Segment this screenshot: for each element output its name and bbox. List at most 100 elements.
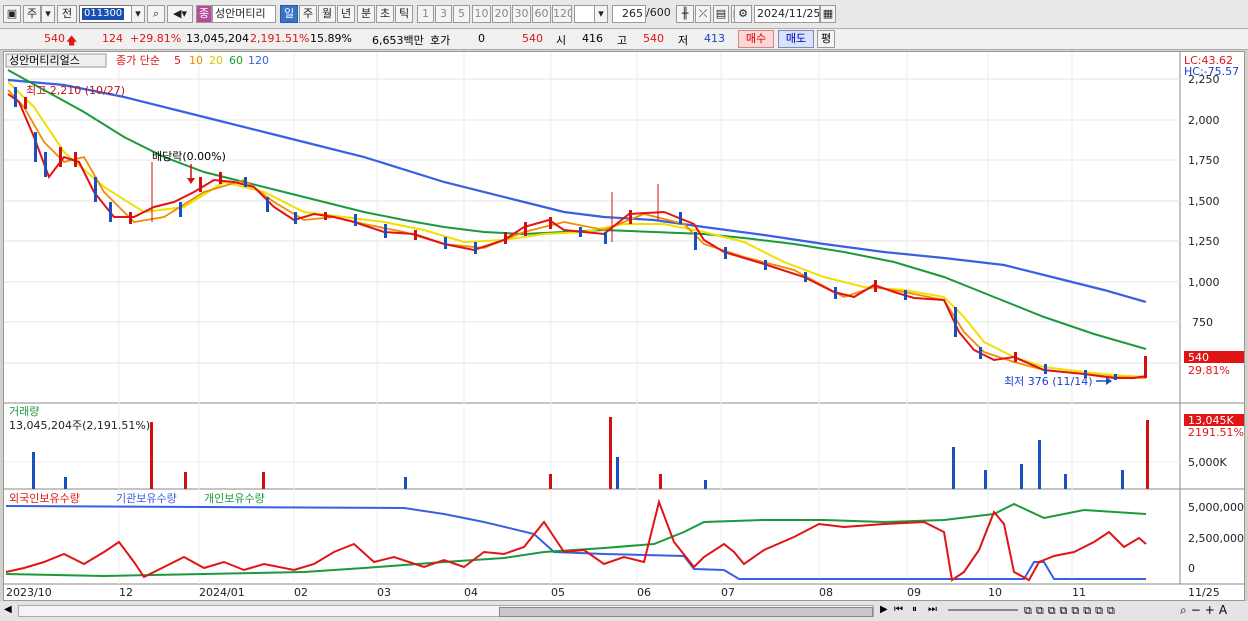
prev-button[interactable]: 전 [57,5,77,23]
chart-area[interactable]: 성안머티리얼스 종가 단순 5 10 20 60 120 최고 2,210 (1… [3,51,1245,601]
period-month[interactable]: 월 [318,5,336,23]
ma5-legend: 5 [174,54,181,67]
scroll-track[interactable] [18,605,874,617]
period-tick[interactable]: 틱 [395,5,413,23]
bottom-bar: ◀ ▶ ⏮ ⏸ ⏭ ⧉⧉⧉⧉⧉⧉⧉⧉ ⌕−+A [0,601,1248,621]
pause-icon[interactable]: ⏸ [912,604,917,615]
ma60-legend: 60 [229,54,243,67]
stock-name-field[interactable]: 성안머티리 [212,5,276,23]
period-second[interactable]: 초 [376,5,394,23]
x-label-7: 06 [637,586,651,599]
period-day[interactable]: 일 [280,5,298,23]
individual-holding-line [5,502,1147,578]
y-tick-1000: 1,000 [1188,276,1220,289]
scroll-left-icon[interactable]: ◀ [4,604,16,618]
chart-tools-icons[interactable]: ⧉⧉⧉⧉⧉⧉⧉⧉ [1024,604,1119,618]
ma10-line [7,89,1147,379]
zoom-controls-icons[interactable]: ⌕−+A [1180,603,1231,618]
calendar-icon[interactable]: ▦ [820,5,836,23]
play-icon[interactable]: ▶ [880,604,888,615]
holding-legend-institution: 기관보유수량 [116,492,177,505]
current-price: 540 [44,32,65,45]
market-dropdown-icon[interactable]: ▾ [41,5,55,23]
quote-bar: 540 🡅 124 +29.81% 13,045,204 2,191.51% 1… [0,29,1248,50]
x-label-6: 05 [551,586,565,599]
y-tick-1500: 1,500 [1188,195,1220,208]
count-total: /600 [646,6,670,19]
price-change: 124 [102,32,123,45]
hoga-price: 540 [522,32,543,45]
num-120[interactable]: 120 [552,5,572,23]
y-tick-1750: 1,750 [1188,154,1220,167]
rewind-icon[interactable]: ⏮ [894,604,903,615]
candle-type-icon[interactable]: ╫ [676,5,694,23]
ma-label: 종가 단순 [116,54,160,67]
num-1[interactable]: 1 [417,5,434,23]
chart-svg: 성안머티리얼스 종가 단순 5 10 20 60 120 최고 2,210 (1… [4,52,1244,599]
ma60-line [7,69,1147,350]
num-20[interactable]: 20 [492,5,511,23]
save-icon[interactable]: ▤ [713,5,729,23]
x-label-5: 04 [464,586,478,599]
crosshair-icon[interactable]: ⤫ [695,5,711,23]
last-price-tag: 540 [1188,351,1209,364]
y-tick-750: 750 [1192,316,1213,329]
num-10[interactable]: 10 [472,5,491,23]
high-label: 고 [617,34,628,47]
forward-icon[interactable]: ⏭ [928,604,937,615]
ma5-line [7,93,1147,379]
holding-y-tick-2-5m: 2,500,000 [1188,532,1244,545]
date-input[interactable]: 2024/11/25 [754,5,820,23]
num-60[interactable]: 60 [532,5,551,23]
x-label-8: 07 [721,586,735,599]
hoga-label: 호가 [430,34,451,47]
trade-amount: 6,653백만 [372,34,424,47]
low-annotation: 최저 376 (11/14) [1004,375,1093,388]
x-label-11: 10 [988,586,1002,599]
num-5[interactable]: 5 [453,5,470,23]
x-label-10: 09 [907,586,921,599]
num-3[interactable]: 3 [435,5,452,23]
stock-type-badge: 종 [196,5,212,23]
volume-bars [32,417,1149,489]
period-week[interactable]: 주 [299,5,317,23]
custom-period-dropdown-icon[interactable]: ▾ [594,5,608,23]
x-label-3: 02 [294,586,308,599]
up-arrow-icon: 🡅 [66,34,78,47]
speaker-icon[interactable]: ◀▾ [167,5,193,23]
volume-info: 13,045,204주(2,191.51%) [9,419,150,432]
scroll-thumb[interactable] [499,607,873,617]
period-minute[interactable]: 분 [357,5,375,23]
search-icon[interactable]: ⌕ [147,5,165,23]
y-tick-1250: 1,250 [1188,235,1220,248]
zoom-slider[interactable] [948,609,1018,611]
period-year[interactable]: 년 [337,5,355,23]
hoga-value: 0 [478,32,485,45]
count-input[interactable]: 265 [612,5,646,23]
x-label-1: 12 [119,586,133,599]
holding-y-tick-0: 0 [1188,562,1195,575]
ma20-line [7,81,1147,378]
eval-button[interactable]: 평 [817,30,835,48]
x-label-13: 11/25 [1188,586,1220,599]
high-annotation: 최고 2,210 (10/27) [26,84,125,97]
settings-icon[interactable]: ⚙ [734,5,752,23]
volume-y-tick: 5,000K [1188,456,1227,469]
last-pct-tag: 29.81% [1188,364,1230,377]
sell-button[interactable]: 매도 [778,30,814,48]
code-value: 011300 [82,8,125,20]
x-label-4: 03 [377,586,391,599]
num-30[interactable]: 30 [512,5,531,23]
candles [14,87,1147,380]
volume-title: 거래량 [9,405,39,418]
market-select[interactable]: 주 [23,5,41,23]
code-dropdown-icon[interactable]: ▾ [131,5,145,23]
high-price: 540 [643,32,664,45]
ma120-line [7,78,1147,304]
low-label: 저 [678,34,689,47]
volume-ratio: 2,191.51% [250,32,310,45]
x-label-2: 2024/01 [199,586,245,599]
window-icon[interactable]: ▣ [3,5,21,23]
toolbar: ▣ 주 ▾ 전 011300 ▾ ⌕ ◀▾ 종 성안머티리 일 주 월 년 분 … [0,0,1248,29]
buy-button[interactable]: 매수 [738,30,774,48]
